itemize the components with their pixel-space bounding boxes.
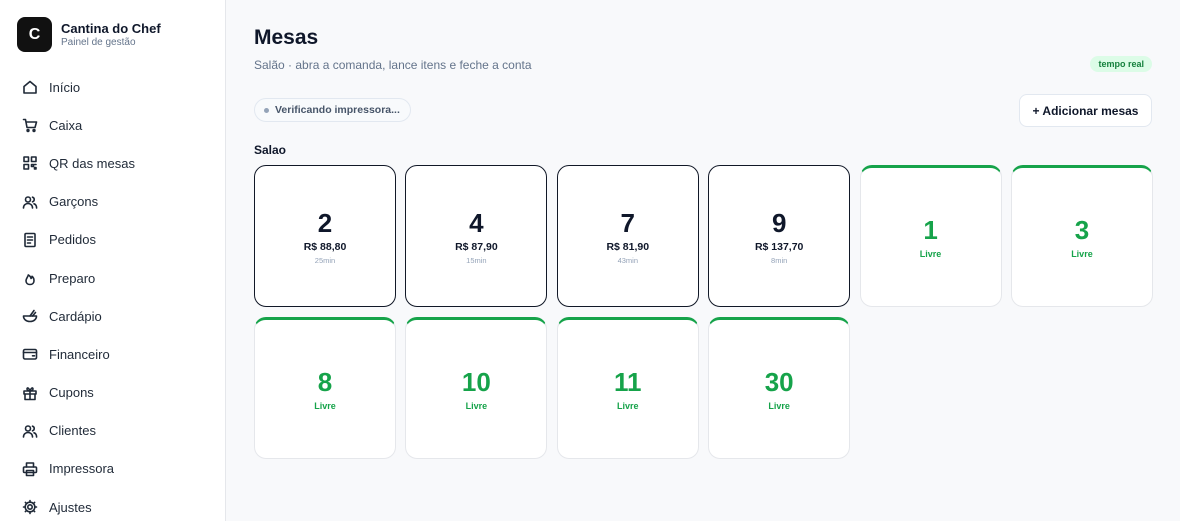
gear-icon — [22, 499, 38, 515]
sidebar-nav: Início Caixa QR das mesas Garçons Pedidos Pre… — [12, 68, 214, 521]
sidebar-item-cupons[interactable]: Cupons — [12, 374, 214, 412]
bowl-icon — [22, 308, 38, 324]
wallet-icon — [22, 346, 38, 362]
table-status: Livre — [1071, 249, 1093, 259]
table-number: 9 — [771, 207, 787, 238]
home-icon — [22, 79, 38, 95]
table-elapsed-time: 15min — [466, 255, 487, 265]
table-card-8[interactable]: 8 Livre — [254, 316, 396, 459]
sidebar-item-cardapio[interactable]: Cardápio — [12, 297, 214, 335]
table-status: Livre — [617, 400, 639, 411]
users-icon — [22, 423, 38, 439]
brand-text: Cantina do Chef Painel de gestão — [61, 21, 161, 49]
table-card-11[interactable]: 11 Livre — [556, 316, 699, 459]
sidebar-item-inicio[interactable]: Início — [12, 68, 214, 106]
printer-status-chip[interactable]: Verificando impressora... — [254, 98, 411, 122]
brand-logo: C — [17, 17, 52, 52]
table-card-3[interactable]: 3 Livre — [1010, 165, 1153, 307]
printer-icon — [22, 461, 38, 477]
sidebar-item-label: QR das mesas — [49, 155, 135, 171]
table-number: 1 — [923, 215, 938, 245]
table-number: 30 — [764, 366, 794, 397]
sidebar: C Cantina do Chef Painel de gestão Iníci… — [0, 0, 226, 521]
page-title: Mesas — [254, 26, 319, 49]
table-card-7[interactable]: 7 R$ 81,90 43min — [556, 165, 699, 307]
table-status: Livre — [919, 249, 942, 259]
table-status: Livre — [768, 400, 790, 411]
table-number: 3 — [1074, 215, 1090, 245]
table-card-10[interactable]: 10 Livre — [405, 316, 548, 459]
table-card-4[interactable]: 4 R$ 87,90 15min — [405, 165, 548, 307]
sidebar-item-ajustes[interactable]: Ajustes — [12, 488, 214, 521]
table-elapsed-time: 25min — [314, 255, 336, 265]
sidebar-item-label: Impressora — [49, 461, 115, 477]
section-title: Salao — [254, 143, 287, 157]
table-card-30[interactable]: 30 Livre — [708, 316, 851, 459]
table-number: 4 — [469, 207, 484, 238]
sidebar-item-label: Garçons — [49, 194, 99, 210]
sidebar-item-label: Caixa — [49, 117, 83, 133]
sidebar-item-label: Ajustes — [49, 499, 92, 515]
table-status: Livre — [465, 400, 488, 411]
sidebar-item-label: Pedidos — [49, 232, 96, 248]
page-subtitle: Salão · abra a comanda, lance itens e fe… — [254, 58, 532, 72]
table-amount: R$ 87,90 — [455, 240, 498, 253]
brand-name: Cantina do Chef — [61, 20, 161, 36]
sidebar-item-caixa[interactable]: Caixa — [12, 106, 214, 144]
table-number: 11 — [614, 366, 642, 397]
table-number: 8 — [317, 366, 333, 397]
main-content: Mesas Salão · abra a comanda, lance iten… — [227, 0, 1180, 521]
tables-grid: 2 R$ 88,80 25min 4 R$ 87,90 15min 7 R$ 81,90 43m… — [254, 165, 1153, 459]
table-elapsed-time: 8min — [771, 255, 788, 265]
sidebar-item-label: Cardápio — [49, 308, 102, 324]
brand-subtitle: Painel de gestão — [61, 36, 136, 48]
gift-icon — [22, 385, 38, 401]
qr-icon — [22, 155, 38, 171]
table-number: 10 — [461, 366, 491, 397]
table-amount: R$ 81,90 — [606, 240, 650, 253]
sidebar-item-preparo[interactable]: Preparo — [12, 259, 214, 297]
document-icon — [22, 232, 38, 248]
sidebar-item-label: Cupons — [49, 385, 94, 401]
brand[interactable]: C Cantina do Chef Painel de gestão — [17, 17, 161, 52]
sidebar-item-pedidos[interactable]: Pedidos — [12, 221, 214, 259]
sidebar-item-label: Preparo — [49, 270, 96, 286]
table-amount: R$ 137,70 — [754, 240, 804, 253]
table-amount: R$ 88,80 — [303, 240, 347, 253]
table-number: 2 — [317, 207, 333, 238]
table-status: Livre — [314, 400, 336, 411]
table-card-9[interactable]: 9 R$ 137,70 8min — [708, 165, 851, 307]
table-elapsed-time: 43min — [617, 255, 638, 265]
sidebar-item-label: Clientes — [49, 423, 96, 439]
sidebar-item-financeiro[interactable]: Financeiro — [12, 335, 214, 373]
users-icon — [22, 194, 38, 210]
sidebar-item-impressora[interactable]: Impressora — [12, 450, 214, 488]
flame-icon — [22, 270, 38, 286]
table-card-1[interactable]: 1 Livre — [859, 165, 1002, 307]
realtime-badge: tempo real — [1090, 56, 1152, 72]
printer-status-label: Verificando impressora... — [275, 104, 400, 116]
sidebar-item-qr-das-mesas[interactable]: QR das mesas — [12, 144, 214, 182]
sidebar-item-clientes[interactable]: Clientes — [12, 412, 214, 450]
status-dot-icon — [264, 107, 269, 113]
table-number: 7 — [620, 207, 636, 238]
cart-icon — [22, 117, 38, 133]
sidebar-item-label: Financeiro — [49, 346, 110, 362]
add-tables-button[interactable]: + Adicionar mesas — [1019, 94, 1152, 127]
sidebar-item-garcons[interactable]: Garçons — [12, 183, 214, 221]
sidebar-item-label: Início — [49, 79, 81, 95]
table-card-2[interactable]: 2 R$ 88,80 25min — [254, 165, 396, 307]
